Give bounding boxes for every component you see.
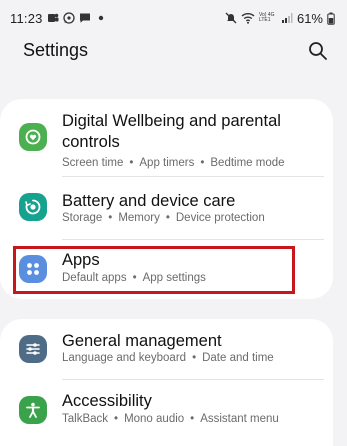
setting-digital-wellbeing[interactable]: Digital Wellbeing and parental controls …: [0, 107, 333, 169]
device-care-icon: [19, 193, 47, 221]
setting-title: Apps: [62, 251, 100, 269]
accessibility-icon: [19, 396, 47, 424]
subtitle-item: App timers: [139, 157, 195, 169]
subtitle-item: Default apps: [62, 272, 127, 284]
teams-notification-icon: [47, 12, 59, 24]
divider: [62, 176, 324, 177]
sliders-icon: [19, 335, 47, 363]
divider: [62, 239, 324, 240]
subtitle-item: Mono audio: [124, 413, 185, 425]
status-right: Vo) 4G LTE1 61%: [225, 11, 335, 26]
separator-dot: •: [165, 212, 170, 224]
subtitle-item: TalkBack: [62, 413, 109, 425]
message-notification-icon: [79, 12, 91, 24]
apps-icon: [19, 255, 47, 283]
more-notifications-dot-icon: [95, 12, 107, 24]
page-title: Settings: [23, 40, 89, 60]
subtitle-item: App settings: [142, 272, 206, 284]
setting-apps[interactable]: Apps Default apps • App settings: [0, 242, 333, 297]
whatsapp-notification-icon: [62, 12, 75, 24]
separator-dot: •: [129, 157, 134, 169]
search-button[interactable]: [305, 38, 331, 64]
separator-dot: •: [108, 212, 113, 224]
status-bar: 11:23 Vo) 4G LTE1 61%: [0, 0, 347, 36]
setting-subtitle: TalkBack • Mono audio • Assistant menu: [62, 413, 279, 425]
subtitle-item: Screen time: [62, 157, 124, 169]
subtitle-item: Device protection: [175, 212, 265, 224]
header: Settings: [0, 36, 347, 68]
settings-card-1: Digital Wellbeing and parental controls …: [0, 99, 333, 299]
setting-subtitle: Storage • Memory • Device protection: [62, 212, 265, 224]
signal-icon: [281, 12, 293, 24]
status-time: 11:23: [10, 10, 43, 26]
battery-percent: 61%: [296, 10, 323, 26]
separator-dot: •: [132, 272, 137, 284]
setting-title: Battery and device care: [62, 192, 236, 210]
heart-icon: [19, 123, 47, 151]
separator-dot: •: [190, 413, 195, 425]
battery-icon: [327, 12, 335, 25]
search-icon: [309, 42, 327, 60]
subtitle-item: Assistant menu: [200, 413, 279, 425]
subtitle-item: Bedtime mode: [210, 157, 285, 169]
subtitle-item: Language and keyboard: [62, 352, 187, 364]
separator-dot: •: [192, 352, 197, 364]
network-label: Vo) 4G LTE1: [258, 12, 275, 23]
mute-icon: [225, 12, 237, 24]
setting-subtitle: Language and keyboard • Date and time: [62, 352, 274, 364]
setting-accessibility[interactable]: Accessibility TalkBack • Mono audio • Assist…: [0, 381, 333, 441]
setting-title: Digital Wellbeing and parental controls: [62, 112, 281, 151]
setting-title: Accessibility: [62, 392, 152, 410]
settings-card-2: General management Language and keyboard…: [0, 319, 333, 446]
setting-title: General management: [62, 332, 222, 350]
divider: [62, 379, 324, 380]
separator-dot: •: [114, 413, 119, 425]
subtitle-item: Storage: [62, 212, 103, 224]
setting-battery-device-care[interactable]: Battery and device care Storage • Memory • D…: [0, 179, 333, 239]
subtitle-item: Date and time: [202, 352, 274, 364]
setting-general-management[interactable]: General management Language and keyboard…: [0, 319, 333, 379]
setting-subtitle: Default apps • App settings: [62, 272, 206, 284]
subtitle-item: Memory: [118, 212, 160, 224]
separator-dot: •: [200, 157, 205, 169]
status-left: 11:23: [10, 11, 107, 26]
wifi-icon: [241, 12, 255, 24]
setting-subtitle: Screen time • App timers • Bedtime mode: [62, 157, 285, 169]
